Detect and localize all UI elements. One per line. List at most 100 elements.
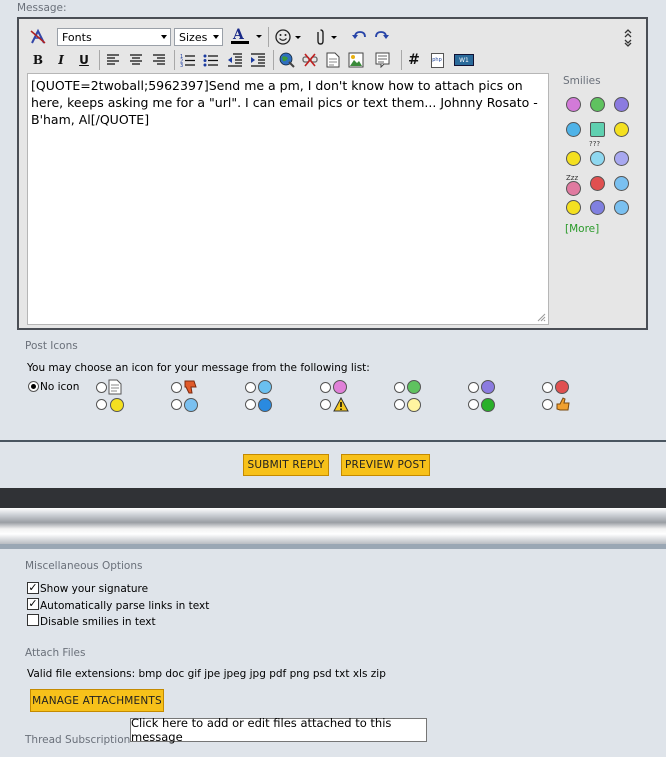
wrap-label: W1 [454, 54, 474, 66]
wrap-button[interactable]: W1 [452, 50, 476, 70]
eek-smiley-icon[interactable] [566, 122, 581, 137]
message-textarea[interactable]: [QUOTE=2twoball;5962397]Send me a pm, I … [27, 73, 549, 325]
post-icon-radio-14[interactable] [542, 399, 553, 410]
happy-smiley-icon[interactable] [566, 151, 581, 166]
confused-marks: ??? [589, 140, 601, 148]
font-select[interactable]: Fonts [57, 28, 171, 46]
smile-smiley-icon[interactable] [566, 200, 581, 215]
align-center-button[interactable] [126, 50, 146, 70]
arrow-right-icon [481, 398, 495, 412]
post-icon-radio-4[interactable] [320, 382, 331, 393]
font-color-button[interactable]: A [228, 26, 264, 46]
attachments-tooltip: Click here to add or edit files attached… [130, 716, 427, 744]
smilies-menu-button[interactable] [273, 27, 305, 47]
show-signature-checkbox[interactable]: ✓ [27, 582, 39, 594]
more-smilies-link[interactable]: [More] [565, 223, 599, 235]
document-icon [326, 52, 340, 68]
footer-gloss-bar [0, 508, 666, 544]
post-icon-radio-11[interactable] [320, 399, 331, 410]
sad-smiley-icon[interactable] [590, 200, 605, 215]
valid-extensions-text: Valid file extensions: bmp doc gif jpe j… [27, 668, 386, 680]
insert-email-button[interactable] [323, 50, 343, 70]
wink-smiley-icon[interactable] [614, 122, 629, 137]
sunglasses-smiley-icon[interactable] [614, 200, 629, 215]
insert-link-button[interactable] [277, 50, 297, 70]
mad-smiley-icon [555, 380, 569, 394]
post-icon-radio-6[interactable] [468, 382, 479, 393]
attach-files-title: Attach Files [25, 647, 86, 659]
smiley-icon[interactable] [566, 97, 581, 112]
warning-icon [333, 397, 349, 412]
remove-format-button[interactable] [28, 27, 48, 47]
post-icon-radio-1[interactable] [96, 382, 107, 393]
no-icon-radio[interactable] [28, 381, 39, 392]
no-icon-label: No icon [40, 381, 80, 393]
post-icon-radio-12[interactable] [394, 399, 405, 410]
post-icon-radio-8[interactable] [96, 399, 107, 410]
underline-button[interactable]: U [75, 50, 93, 70]
remove-format-icon [30, 28, 46, 44]
disable-smilies-checkbox[interactable] [27, 614, 39, 626]
thumbs-down-icon [184, 380, 197, 394]
post-icon-radio-5[interactable] [394, 382, 405, 393]
svg-text:3: 3 [180, 63, 183, 67]
code-hash-button[interactable]: # [404, 50, 424, 70]
ordered-list-icon: 123 [180, 54, 195, 67]
redo-button[interactable] [372, 27, 392, 47]
cool-smiley-icon[interactable] [614, 176, 629, 191]
attach-menu-button[interactable] [309, 27, 341, 47]
resize-grip-icon[interactable] [536, 312, 546, 322]
surprised-smiley-icon[interactable] [614, 151, 629, 166]
size-select[interactable]: Sizes [174, 28, 223, 46]
confused-smiley-icon[interactable] [590, 151, 605, 166]
bold-button[interactable]: B [29, 50, 47, 70]
post-icon-radio-13[interactable] [468, 399, 479, 410]
quote-icon [375, 52, 390, 68]
post-icon-radio-10[interactable] [245, 399, 256, 410]
quote-button[interactable] [373, 50, 393, 70]
undo-button[interactable] [349, 27, 369, 47]
smilies-title: Smilies [563, 75, 601, 87]
align-left-icon [107, 54, 119, 65]
outdent-button[interactable] [225, 50, 245, 70]
indent-icon [251, 53, 265, 67]
post-icon-radio-3[interactable] [245, 382, 256, 393]
remove-link-button[interactable] [300, 50, 320, 70]
font-color-icon: A [231, 27, 262, 44]
actions-bar [0, 442, 666, 488]
ordered-list-button[interactable]: 123 [178, 50, 198, 70]
italic-button[interactable]: I [52, 50, 70, 70]
smiley-icon [275, 29, 301, 45]
bullet-list-icon [203, 54, 218, 67]
post-icon-radio-9[interactable] [171, 399, 182, 410]
message-editor: Fonts Sizes A B I U 123 # php W1 [QUOTE=… [17, 17, 648, 330]
expand-collapse-icon [624, 29, 632, 47]
unordered-list-button[interactable] [201, 50, 221, 70]
preview-post-button[interactable]: PREVIEW POST [341, 454, 430, 476]
insert-image-button[interactable] [346, 50, 366, 70]
post-icon-radio-2[interactable] [171, 382, 182, 393]
question-icon [258, 398, 272, 412]
outdent-icon [228, 53, 242, 67]
manage-attachments-button[interactable]: MANAGE ATTACHMENTS [30, 689, 164, 712]
tongue-smiley-icon[interactable] [590, 122, 605, 137]
redo-icon [375, 31, 389, 39]
grin-smiley-icon[interactable] [590, 97, 605, 112]
frown-smiley-icon [481, 380, 495, 394]
php-button[interactable]: php [427, 50, 447, 70]
chevron-down-icon [161, 35, 167, 39]
footer-dark-bar [0, 488, 666, 508]
submit-reply-button[interactable]: SUBMIT REPLY [243, 454, 329, 476]
size-select-label: Sizes [179, 31, 208, 44]
parse-links-label: Automatically parse links in text [40, 600, 210, 612]
post-icon-radio-7[interactable] [542, 382, 553, 393]
resize-toggle-button[interactable] [619, 25, 637, 51]
chevron-down-icon [213, 35, 219, 39]
align-right-button[interactable] [149, 50, 169, 70]
frown-smiley-icon[interactable] [614, 97, 629, 112]
sleepy-smiley-icon[interactable] [566, 181, 581, 196]
align-left-button[interactable] [103, 50, 123, 70]
parse-links-checkbox[interactable]: ✓ [27, 598, 39, 610]
mad-smiley-icon[interactable] [590, 176, 605, 191]
indent-button[interactable] [248, 50, 268, 70]
